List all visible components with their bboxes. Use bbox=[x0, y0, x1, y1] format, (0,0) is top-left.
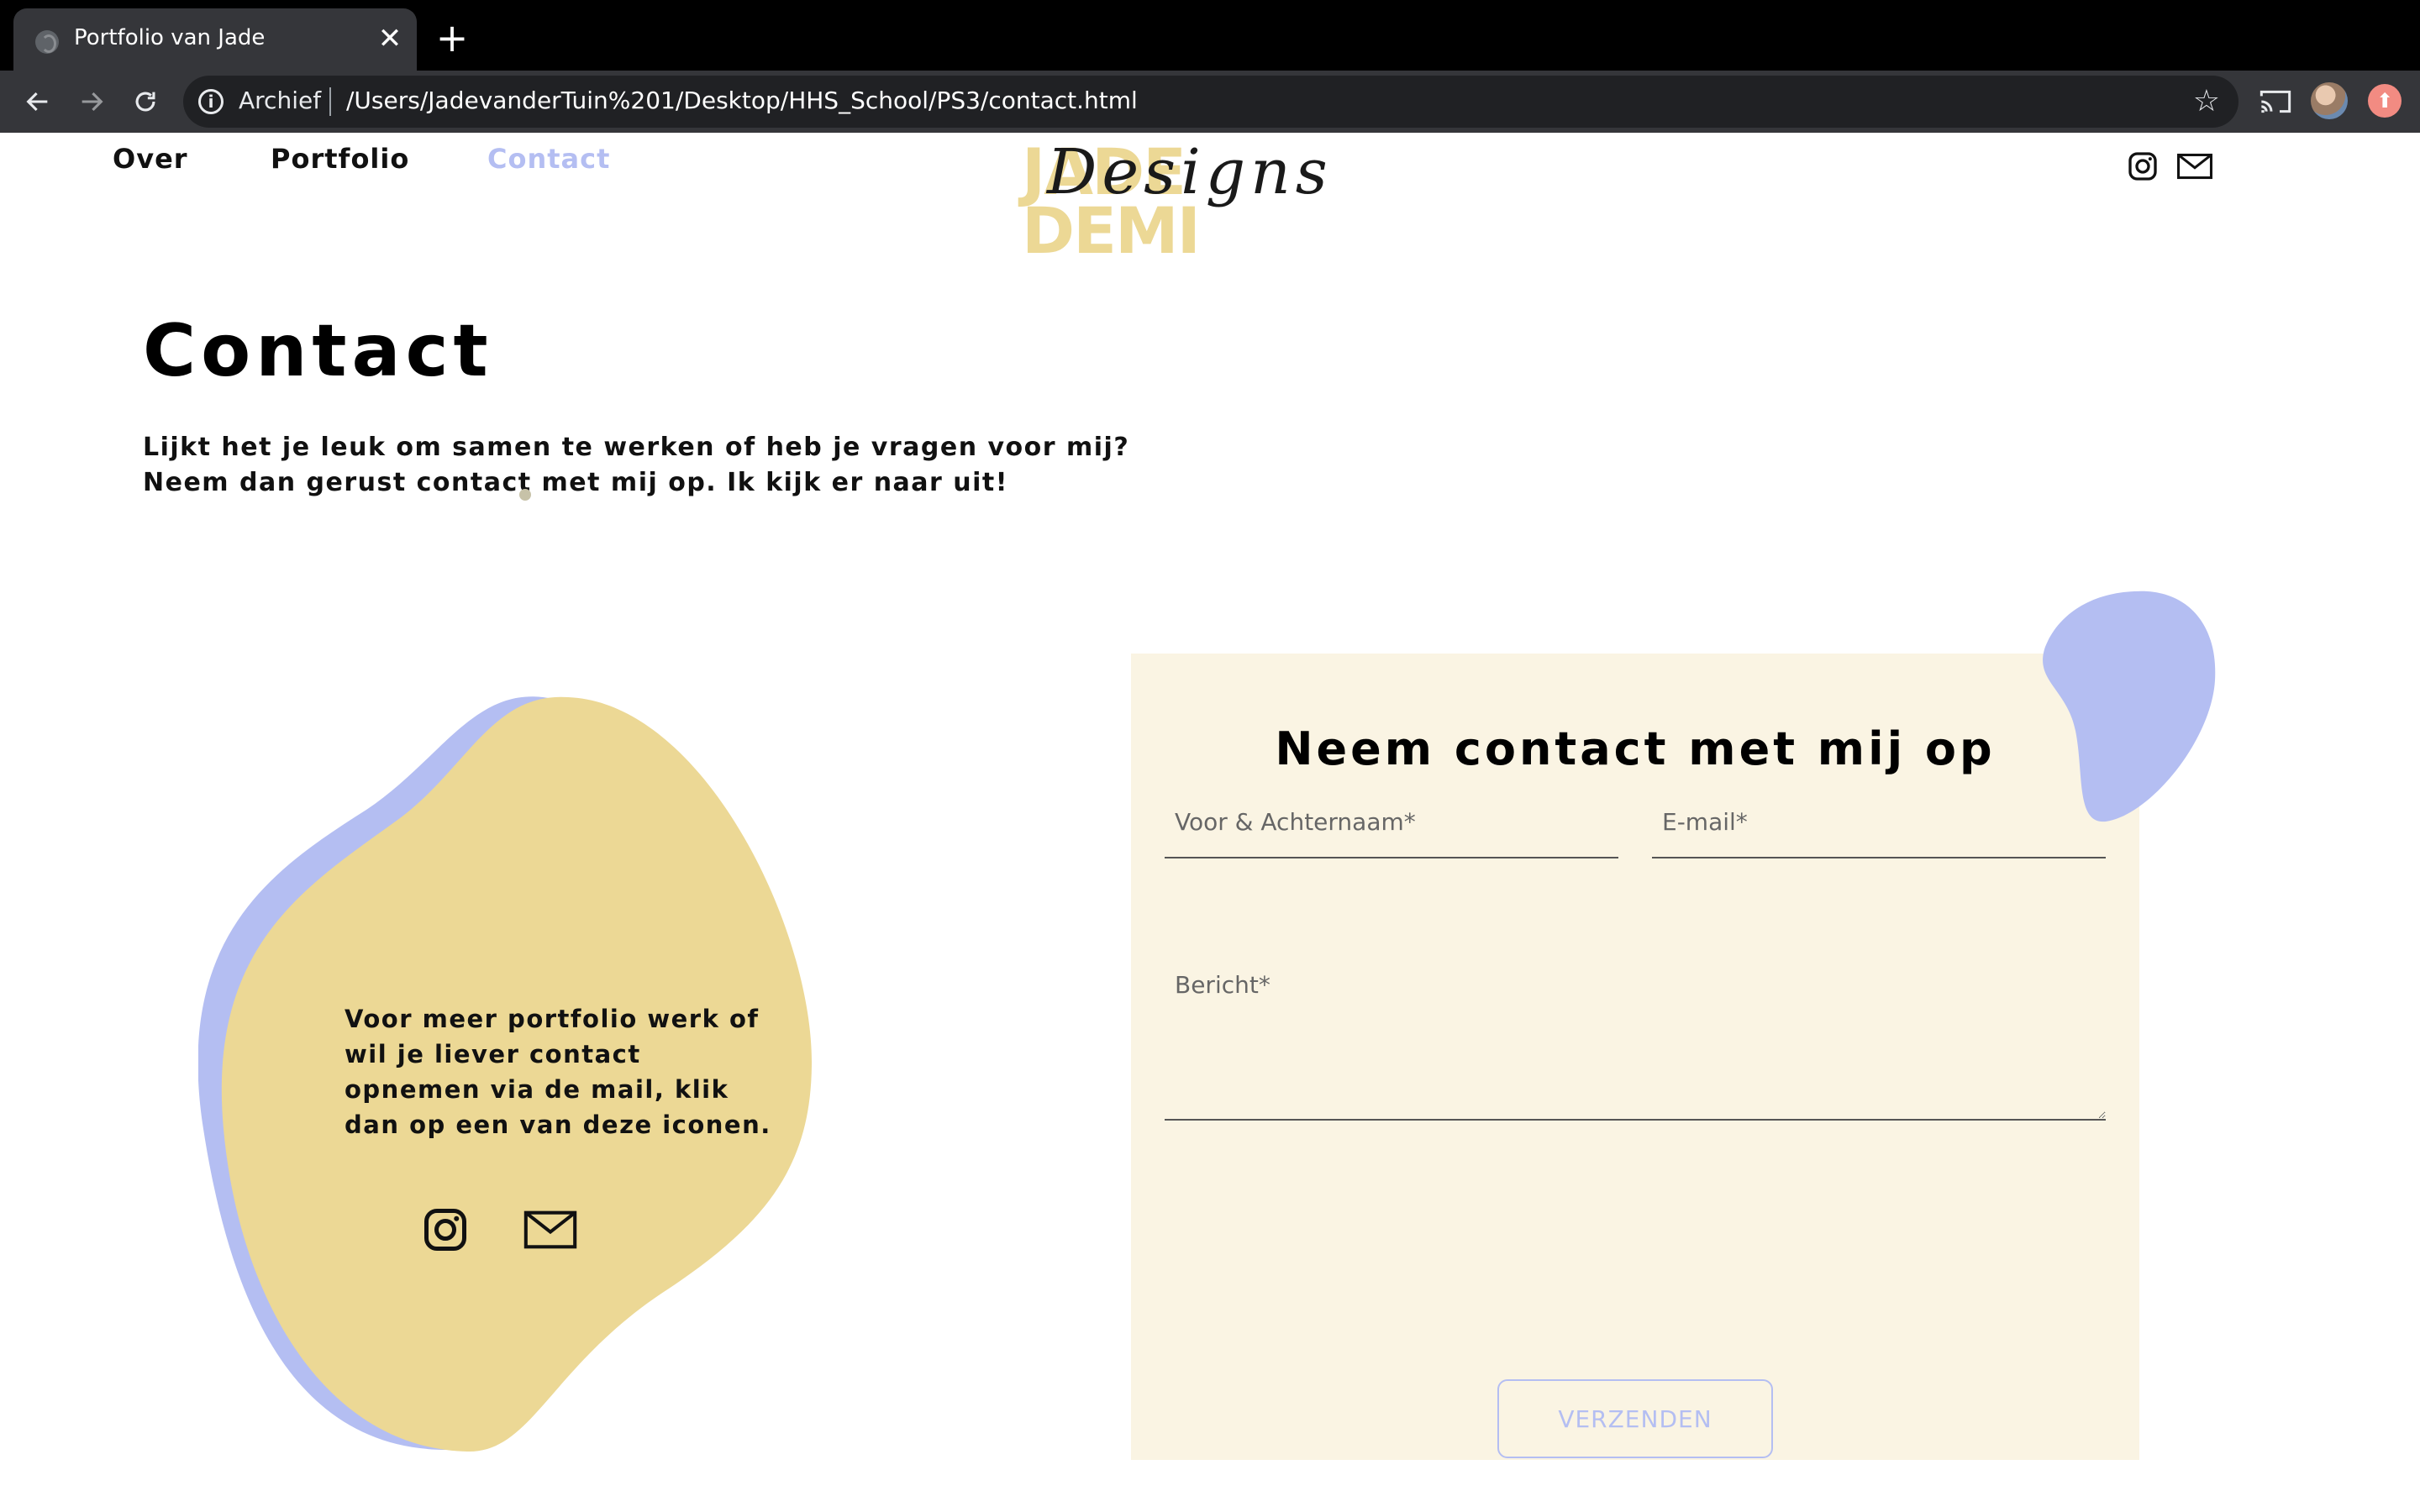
browser-toolbar: i Archief /Users/JadevanderTuin%201/Desk… bbox=[0, 71, 2420, 133]
site-logo[interactable]: JADE DEMI Designs bbox=[1022, 134, 1355, 263]
browser-tab-bar: Portfolio van Jade ✕ + bbox=[0, 0, 2420, 71]
email-field[interactable] bbox=[1652, 780, 2106, 858]
info-icon[interactable]: i bbox=[198, 89, 224, 114]
decorative-form-blob bbox=[2043, 591, 2216, 822]
nav-item-portfolio[interactable]: Portfolio bbox=[271, 143, 409, 175]
forward-icon bbox=[82, 92, 103, 112]
tab-title: Portfolio van Jade bbox=[74, 25, 266, 50]
back-icon bbox=[26, 92, 48, 112]
instagram-icon[interactable] bbox=[420, 1205, 471, 1255]
profile-avatar[interactable] bbox=[2311, 82, 2348, 119]
new-tab-button[interactable]: + bbox=[435, 18, 469, 57]
forward-button[interactable] bbox=[72, 82, 111, 121]
intro-line-2: Neem dan gerust contact met mij op. Ik k… bbox=[143, 468, 1008, 497]
submit-button[interactable]: VERZENDEN bbox=[1497, 1379, 1773, 1458]
mail-icon[interactable] bbox=[523, 1205, 578, 1255]
nav-item-over[interactable]: Over bbox=[113, 143, 188, 175]
mouse-cursor bbox=[519, 489, 531, 501]
address-chip: Archief bbox=[239, 87, 322, 114]
address-bar[interactable]: i Archief /Users/JadevanderTuin%201/Desk… bbox=[183, 76, 2238, 128]
name-field[interactable] bbox=[1165, 780, 1618, 858]
intro-line-1: Lijkt het je leuk om samen te werken of … bbox=[143, 433, 1130, 462]
star-icon[interactable]: ☆ bbox=[2193, 84, 2220, 118]
page-title: Contact bbox=[143, 309, 493, 393]
cast-icon[interactable] bbox=[2259, 87, 2292, 116]
address-separator bbox=[329, 87, 331, 116]
contact-form: Neem contact met mij op VERZENDEN bbox=[1131, 654, 2139, 1460]
tab-close-icon[interactable]: ✕ bbox=[376, 24, 403, 54]
message-field[interactable] bbox=[1165, 953, 2106, 1121]
url-text[interactable]: /Users/JadevanderTuin%201/Desktop/HHS_Sc… bbox=[346, 87, 1138, 114]
blob-text: Voor meer portfolio werk of wil je lieve… bbox=[345, 1005, 771, 1139]
reload-icon bbox=[135, 92, 155, 112]
update-arrow-icon[interactable]: ⬆ bbox=[2368, 84, 2402, 118]
mail-icon[interactable] bbox=[2176, 150, 2213, 183]
form-title: Neem contact met mij op bbox=[1275, 722, 1996, 775]
back-button[interactable] bbox=[18, 82, 57, 121]
web-page: Over Portfolio Contact JADE DEMI Designs… bbox=[0, 133, 2420, 1512]
instagram-icon[interactable] bbox=[2126, 150, 2160, 183]
browser-tab[interactable]: Portfolio van Jade ✕ bbox=[13, 8, 417, 71]
nav-item-contact[interactable]: Contact bbox=[487, 143, 610, 175]
intro-text: Lijkt het je leuk om samen te werken of … bbox=[143, 430, 1151, 501]
reload-button[interactable] bbox=[126, 82, 165, 121]
globe-icon bbox=[35, 30, 59, 54]
logo-script-text: Designs bbox=[1047, 136, 1333, 208]
